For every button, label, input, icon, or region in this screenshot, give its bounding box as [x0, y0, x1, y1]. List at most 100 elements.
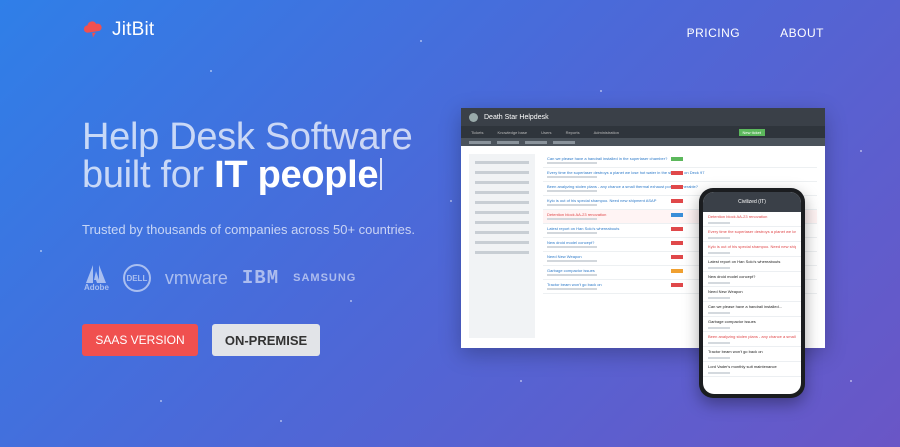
mobile-ticket-meta [708, 312, 730, 314]
desktop-ticket-meta [547, 162, 597, 164]
mobile-app-title: Civilized (IT) [703, 192, 801, 212]
vmware-logo: vmware [164, 267, 228, 288]
mobile-ticket-meta [708, 252, 730, 254]
mobile-ticket-meta [708, 222, 730, 224]
saas-version-button[interactable]: SAAS VERSION [82, 324, 198, 356]
brand-name: JitBit [112, 19, 155, 40]
adobe-label: Adobe [84, 282, 109, 292]
mobile-ticket-title: New droid model concept? [708, 274, 756, 279]
mobile-ticket-row: Kylo is out of his special shampoo. Need… [703, 242, 801, 257]
client-logos: Adobe DELL vmware IBM SAMSUNG [84, 264, 356, 292]
desktop-ticket-meta [547, 218, 597, 220]
desktop-ticket-title: Kylo is out of his special shampoo. Need… [547, 198, 657, 203]
mobile-ticket-title: Garbage compactor issues [708, 319, 756, 324]
mobile-ticket-row: Detention block AA-23 renovation [703, 212, 801, 227]
headline-prefix: built for [82, 154, 215, 196]
status-badge [671, 283, 683, 287]
desktop-ticket-title: New droid model concept? [547, 240, 595, 245]
desktop-ticket-row: Every time the superlaser destroys a pla… [543, 168, 817, 182]
desktop-ticket-meta [547, 246, 597, 248]
desktop-ticket-title: Need New Weapon [547, 254, 582, 259]
tab-knowledge-base: Knowledge base [497, 129, 528, 135]
desktop-ticket-meta [547, 260, 597, 262]
status-badge [671, 269, 683, 273]
mobile-ticket-title: Detention block AA-23 renovation [708, 214, 768, 219]
mobile-ticket-meta [708, 282, 730, 284]
status-badge [671, 255, 683, 259]
dell-logo: DELL [122, 264, 151, 292]
mobile-ticket-title: Lord Vader's monthly suit maintenance [708, 364, 777, 369]
app-logo-icon [469, 112, 478, 122]
mobile-ticket-row: Lord Vader's monthly suit maintenance [703, 362, 801, 377]
logo[interactable]: JitBit [82, 19, 154, 41]
mobile-ticket-row: Tractor beam won't go back on [703, 347, 801, 362]
desktop-ticket-row: Can we please have a handrail installed … [543, 154, 817, 168]
desktop-app-tabs: Tickets Knowledge base Users Reports Adm… [461, 126, 825, 138]
desktop-ticket-title: Garbage compactor issues [547, 268, 595, 273]
top-nav: PRICING ABOUT [687, 26, 824, 40]
tab-users: Users [541, 129, 552, 135]
mobile-ticket-title: Can we please have a handrail installed.… [708, 304, 783, 309]
desktop-ticket-meta [547, 288, 597, 290]
mobile-ticket-title: Need New Weapon [708, 289, 743, 294]
nav-about[interactable]: ABOUT [780, 26, 824, 40]
mobile-ticket-meta [708, 237, 730, 239]
nav-pricing[interactable]: PRICING [687, 26, 741, 40]
typing-cursor [380, 158, 383, 190]
headline-highlight: IT people [214, 154, 379, 196]
mobile-ticket-title: Tractor beam won't go back on [708, 349, 763, 354]
status-badge [671, 227, 683, 231]
adobe-logo: Adobe [84, 264, 109, 292]
desktop-ticket-meta [547, 204, 597, 206]
mobile-ticket-row: Every time the superlaser destroys a pla… [703, 227, 801, 242]
mobile-ticket-row: Latest report on Han Solo's whereabouts [703, 257, 801, 272]
mobile-ticket-row: New droid model concept? [703, 272, 801, 287]
mobile-ticket-meta [708, 342, 730, 344]
mobile-ticket-title: Latest report on Han Solo's whereabouts [708, 259, 781, 264]
desktop-ticket-meta [547, 190, 597, 192]
hero-headline: Help Desk Software built for IT people [82, 116, 413, 196]
mobile-screen: Civilized (IT) Detention block AA-23 ren… [703, 192, 801, 394]
desktop-ticket-meta [547, 176, 597, 178]
samsung-logo: SAMSUNG [293, 272, 357, 284]
adobe-icon [86, 264, 107, 283]
mobile-ticket-meta [708, 327, 730, 329]
desktop-ticket-title: Tractor beam won't go back on [547, 282, 602, 287]
mobile-ticket-meta [708, 297, 730, 299]
mobile-ticket-meta [708, 267, 730, 269]
desktop-ticket-meta [547, 232, 597, 234]
mobile-ticket-title: Been analyzing stolen plans - any chance… [708, 334, 796, 339]
on-premise-button[interactable]: ON-PREMISE [212, 324, 320, 356]
mobile-ticket-title: Every time the superlaser destroys a pla… [708, 229, 796, 234]
mobile-ticket-row: Been analyzing stolen plans - any chance… [703, 332, 801, 347]
status-badge [671, 185, 683, 189]
mobile-ticket-row: Can we please have a handrail installed.… [703, 302, 801, 317]
desktop-app-title: Death Star Helpdesk [484, 113, 549, 121]
mobile-ticket-title: Kylo is out of his special shampoo. Need… [708, 244, 796, 249]
new-ticket-button: New ticket [738, 128, 765, 136]
desktop-ticket-title: Latest report on Han Solo's whereabouts [547, 226, 620, 231]
desktop-ticket-title: Detention block AA-23 renovation [547, 212, 607, 217]
mobile-ticket-row: Garbage compactor issues [703, 317, 801, 332]
mobile-ticket-meta [708, 357, 730, 359]
tab-reports: Reports [565, 129, 580, 135]
tab-tickets: Tickets [471, 129, 484, 135]
desktop-app-subnav [461, 138, 825, 146]
status-badge [671, 241, 683, 245]
status-badge [671, 171, 683, 175]
mobile-ticket-row: Need New Weapon [703, 287, 801, 302]
status-badge [671, 213, 683, 217]
status-badge [671, 157, 683, 161]
status-badge [671, 199, 683, 203]
ibm-logo: IBM [241, 267, 280, 289]
desktop-ticket-meta [547, 274, 597, 276]
cloud-logo-icon [83, 21, 102, 38]
tab-administration: Administration [593, 129, 619, 135]
hero-subtitle: Trusted by thousands of companies across… [82, 222, 416, 237]
mobile-app-screenshot: Civilized (IT) Detention block AA-23 ren… [699, 188, 805, 398]
mobile-ticket-meta [708, 372, 730, 374]
desktop-app-titlebar: Death Star Helpdesk [461, 108, 825, 126]
mobile-ticket-list: Detention block AA-23 renovation Every ti… [703, 212, 801, 377]
desktop-app-sidebar [469, 154, 535, 338]
headline-line1: Help Desk Software [82, 116, 413, 158]
